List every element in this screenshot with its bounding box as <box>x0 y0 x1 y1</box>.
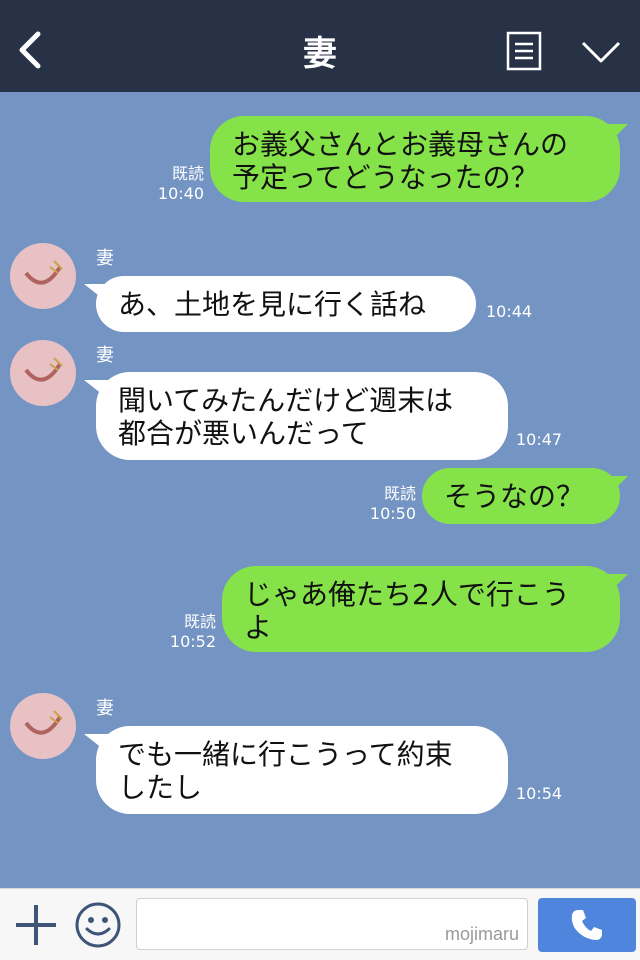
avatar[interactable] <box>10 340 76 406</box>
message-bubble[interactable]: そうなの？ <box>422 468 620 524</box>
chevron-down-icon[interactable] <box>580 38 622 66</box>
chat-title: 妻 <box>303 34 337 74</box>
timestamp: 10:52 <box>169 632 216 651</box>
header: 妻 <box>0 0 640 92</box>
phone-icon <box>571 910 602 940</box>
message-input[interactable]: mojimaru <box>136 898 528 950</box>
message-bubble[interactable]: でも一緒に行こうって約束 したし <box>96 726 508 814</box>
timestamp: 10:47 <box>516 430 563 449</box>
timestamp: 10:50 <box>369 504 416 523</box>
read-receipt: 既読 <box>183 612 216 631</box>
smiley-icon[interactable] <box>74 901 122 949</box>
read-receipt: 既読 <box>383 484 416 503</box>
message-bubble[interactable]: お義父さんとお義母さんの 予定ってどうなったの？ <box>210 116 620 202</box>
sender-name: 妻 <box>96 345 114 366</box>
message-bubble[interactable]: あ、土地を見に行く話ね <box>96 276 476 332</box>
plus-icon[interactable] <box>14 903 58 947</box>
input-bar: mojimaru <box>0 888 640 960</box>
timestamp: 10:44 <box>486 302 533 321</box>
call-button[interactable] <box>538 898 636 952</box>
sender-name: 妻 <box>96 698 114 719</box>
read-receipt: 既読 <box>171 164 204 183</box>
message-bubble[interactable]: 聞いてみたんだけど週末は 都合が悪いんだって <box>96 372 508 460</box>
avatar[interactable] <box>10 693 76 759</box>
timestamp: 10:54 <box>516 784 563 803</box>
avatar[interactable] <box>10 243 76 309</box>
watermark: mojimaru <box>444 924 519 944</box>
chat-area[interactable]: 既読 10:40 お義父さんとお義母さんの 予定ってどうなったの？ 妻 あ、土地… <box>0 92 640 888</box>
message-bubble[interactable]: じゃあ俺たち2人で行こう よ <box>222 566 620 652</box>
menu-icon[interactable] <box>506 31 542 71</box>
timestamp: 10:40 <box>157 184 204 203</box>
sender-name: 妻 <box>96 248 114 269</box>
